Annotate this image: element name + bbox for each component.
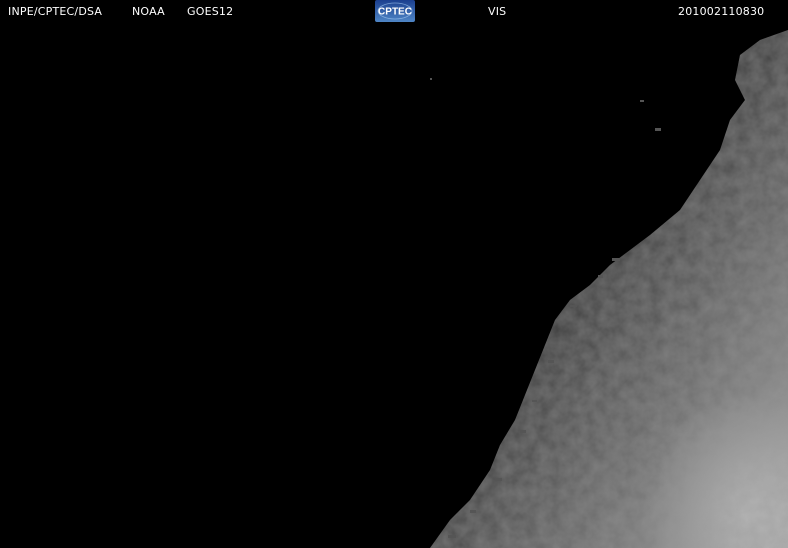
cptec-logo: CPTEC xyxy=(375,0,415,22)
provider-label: NOAA xyxy=(132,5,165,18)
satellite-label: GOES12 xyxy=(187,5,234,18)
earth-cloud-texture xyxy=(430,30,788,548)
satellite-visible-image xyxy=(430,30,788,548)
timestamp-label: 201002110830 xyxy=(678,5,765,18)
agency-label: INPE/CPTEC/DSA xyxy=(8,5,103,18)
channel-label: VIS xyxy=(488,5,507,18)
satellite-image-frame: INPE/CPTEC/DSA NOAA GOES12 CPTEC VIS 201… xyxy=(0,0,788,548)
logo-text: CPTEC xyxy=(378,7,412,18)
